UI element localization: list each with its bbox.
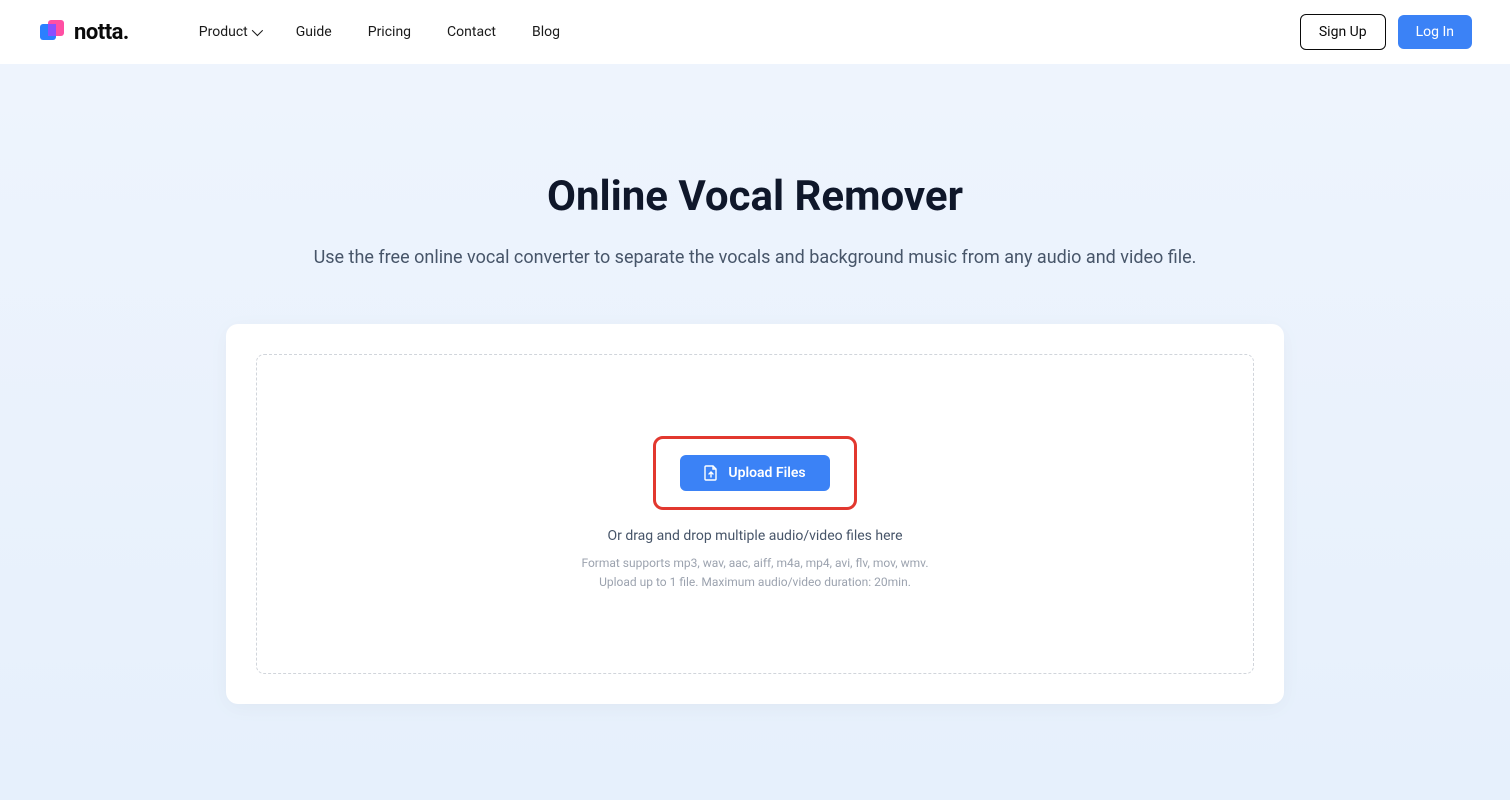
- nav-product-label: Product: [199, 24, 248, 40]
- header: notta. Product Guide Pricing Contact Blo…: [0, 0, 1510, 64]
- nav-blog[interactable]: Blog: [532, 24, 560, 40]
- nav-product[interactable]: Product: [199, 24, 260, 40]
- highlight-annotation: Upload Files: [653, 436, 856, 510]
- nav-pricing[interactable]: Pricing: [368, 24, 411, 40]
- file-upload-icon: [704, 465, 718, 481]
- page-title: Online Vocal Remover: [547, 172, 963, 221]
- nav-guide-label: Guide: [296, 24, 332, 40]
- limit-hint: Upload up to 1 file. Maximum audio/video…: [599, 573, 911, 592]
- format-hint: Format supports mp3, wav, aac, aiff, m4a…: [581, 554, 928, 573]
- logo[interactable]: notta.: [38, 18, 129, 46]
- upload-button-label: Upload Files: [728, 465, 805, 481]
- nav-blog-label: Blog: [532, 24, 560, 40]
- logo-icon: [38, 18, 66, 46]
- login-button[interactable]: Log In: [1398, 15, 1472, 49]
- header-right: Sign Up Log In: [1300, 14, 1472, 50]
- header-left: notta. Product Guide Pricing Contact Blo…: [38, 18, 560, 46]
- signup-button[interactable]: Sign Up: [1300, 14, 1386, 50]
- drop-hint: Or drag and drop multiple audio/video fi…: [607, 528, 902, 544]
- dropzone[interactable]: Upload Files Or drag and drop multiple a…: [256, 354, 1254, 674]
- nav-contact[interactable]: Contact: [447, 24, 496, 40]
- main: Online Vocal Remover Use the free online…: [0, 64, 1510, 704]
- logo-text: notta.: [74, 20, 129, 45]
- nav-guide[interactable]: Guide: [296, 24, 332, 40]
- upload-files-button[interactable]: Upload Files: [680, 455, 829, 491]
- nav: Product Guide Pricing Contact Blog: [199, 24, 560, 40]
- page-subtitle: Use the free online vocal converter to s…: [314, 247, 1197, 268]
- nav-pricing-label: Pricing: [368, 24, 411, 40]
- chevron-down-icon: [252, 25, 263, 36]
- upload-card: Upload Files Or drag and drop multiple a…: [226, 324, 1284, 704]
- nav-contact-label: Contact: [447, 24, 496, 40]
